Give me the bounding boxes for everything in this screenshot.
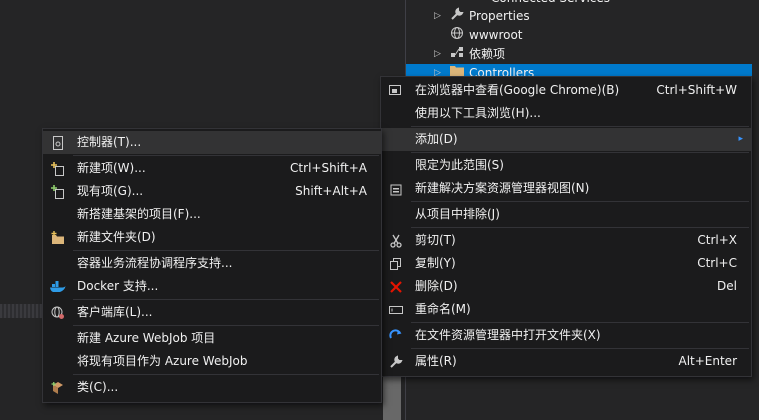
menu-item-cut[interactable]: 剪切(T) Ctrl+X [381, 229, 751, 252]
submenu-item-new-folder[interactable]: 新建文件夹(D) [43, 226, 381, 249]
menu-item-copy[interactable]: 复制(Y) Ctrl+C [381, 252, 751, 275]
menu-item-scope-to-this[interactable]: 限定为此范围(S) [381, 154, 751, 177]
submenu-item-existing-item[interactable]: 现有项(G)... Shift+Alt+A [43, 180, 381, 203]
menu-item-exclude-from-project[interactable]: 从项目中排除(J) [381, 203, 751, 226]
editor-tab-strip [0, 304, 45, 318]
submenu-item-class[interactable]: 类(C)... [43, 376, 381, 399]
globe-icon [448, 26, 466, 46]
menu-separator [411, 322, 749, 323]
tree-item-label: 依赖项 [469, 47, 506, 61]
rename-icon [387, 298, 405, 321]
tree-item-label: wwwroot [469, 28, 523, 42]
submenu-item-container-orchestration[interactable]: 容器业务流程协调程序支持... [43, 252, 381, 275]
refresh-open-icon [387, 324, 405, 347]
submenu-item-client-library[interactable]: 客户端库(L)... [43, 301, 381, 324]
menu-separator [73, 374, 379, 375]
expand-arrow-icon[interactable]: ▷ [434, 45, 448, 64]
tree-item-properties[interactable]: ▷ Properties [434, 6, 530, 27]
menu-item-delete[interactable]: 删除(D) Del [381, 275, 751, 298]
add-submenu: 控制器(T)... 新建项(W)... Ctrl+Shift+A 现有项(G).… [42, 128, 382, 403]
menu-separator [73, 325, 379, 326]
new-item-icon [49, 157, 67, 180]
menu-separator [411, 201, 749, 202]
controller-icon [49, 131, 67, 154]
submenu-item-docker-support[interactable]: Docker 支持... [43, 275, 381, 298]
menu-item-browse-with[interactable]: 使用以下工具浏览(H)... [381, 102, 751, 125]
submenu-item-controller[interactable]: 控制器(T)... [43, 131, 381, 154]
tree-item-wwwroot[interactable]: wwwroot [434, 26, 523, 45]
menu-item-open-in-file-explorer[interactable]: 在文件资源管理器中打开文件夹(X) [381, 324, 751, 347]
menu-separator [411, 348, 749, 349]
menu-separator [411, 227, 749, 228]
class-icon [49, 376, 67, 399]
menu-separator [411, 126, 749, 127]
browser-view-icon [387, 79, 405, 102]
menu-separator [73, 299, 379, 300]
menu-item-view-in-browser[interactable]: 在浏览器中查看(Google Chrome)(B) Ctrl+Shift+W [381, 79, 751, 102]
tree-item-label: Properties [469, 9, 530, 23]
client-library-icon [49, 301, 67, 324]
menu-separator [73, 250, 379, 251]
submenu-item-new-azure-webjob[interactable]: 新建 Azure WebJob 项目 [43, 327, 381, 350]
menu-separator [411, 152, 749, 153]
new-view-icon [387, 177, 405, 200]
submenu-item-new-scaffolded-item[interactable]: 新搭建基架的项目(F)... [43, 203, 381, 226]
menu-item-new-solution-view[interactable]: 新建解决方案资源管理器视图(N) [381, 177, 751, 200]
tree-item-dependencies[interactable]: ▷ 依赖项 [434, 45, 505, 64]
docker-icon [49, 275, 67, 298]
scrollbar-thumb[interactable] [383, 375, 401, 420]
menu-separator [73, 155, 379, 156]
context-menu: 在浏览器中查看(Google Chrome)(B) Ctrl+Shift+W 使… [380, 76, 752, 377]
new-folder-icon [49, 226, 67, 249]
delete-x-icon [387, 275, 405, 298]
menu-item-rename[interactable]: 重命名(M) [381, 298, 751, 321]
submenu-arrow-icon: ▸ [738, 134, 743, 144]
menu-item-add[interactable]: 添加(D) ▸ [381, 128, 751, 151]
scissors-icon [387, 229, 405, 252]
dependencies-icon [448, 45, 466, 65]
submenu-item-new-item[interactable]: 新建项(W)... Ctrl+Shift+A [43, 157, 381, 180]
wrench-icon [387, 350, 405, 373]
existing-item-icon [49, 180, 67, 203]
menu-item-properties[interactable]: 属性(R) Alt+Enter [381, 350, 751, 373]
copy-icon [387, 252, 405, 275]
submenu-item-existing-as-webjob[interactable]: 将现有项目作为 Azure WebJob [43, 350, 381, 373]
expand-arrow-icon[interactable]: ▷ [434, 7, 448, 26]
wrench-icon [448, 6, 466, 27]
